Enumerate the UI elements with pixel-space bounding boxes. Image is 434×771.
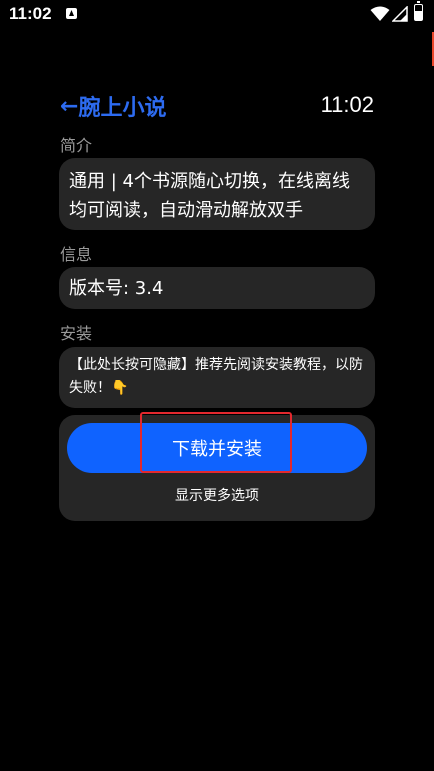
status-bar: 11:02 (0, 0, 434, 32)
intro-label: 简介 (60, 136, 93, 155)
install-label: 安装 (60, 324, 93, 343)
info-card: 版本号: 3.4 (59, 267, 375, 309)
install-note-text: 【此处长按可隐藏】推荐先阅读安装教程，以防失败！👇 (69, 357, 363, 396)
app-header: ← 腕上小说 11:02 (60, 90, 374, 122)
intro-text: 通用 | 4个书源随心切换，在线离线均可阅读，自动滑动解放双手 (69, 171, 350, 221)
show-more-options-link[interactable]: 显示更多选项 (59, 485, 375, 505)
intro-card: 通用 | 4个书源随心切换，在线离线均可阅读，自动滑动解放双手 (59, 158, 375, 230)
info-label: 信息 (60, 245, 93, 264)
signal-icon (392, 6, 408, 22)
page-title: 腕上小说 (78, 96, 167, 121)
battery-icon (414, 1, 423, 21)
download-install-button[interactable]: 下载并安装 (67, 423, 367, 473)
install-note-card[interactable]: 【此处长按可隐藏】推荐先阅读安装教程，以防失败！👇 (59, 347, 375, 408)
wifi-icon (370, 6, 390, 21)
status-time: 11:02 (9, 4, 52, 23)
action-card: 下载并安装 显示更多选项 (59, 415, 375, 521)
version-text: 版本号: 3.4 (69, 278, 164, 299)
back-arrow-icon: ← (60, 93, 79, 119)
app-notification-icon (66, 8, 77, 19)
watch-clock: 11:02 (320, 92, 374, 117)
back-button[interactable]: ← 腕上小说 (60, 90, 166, 122)
